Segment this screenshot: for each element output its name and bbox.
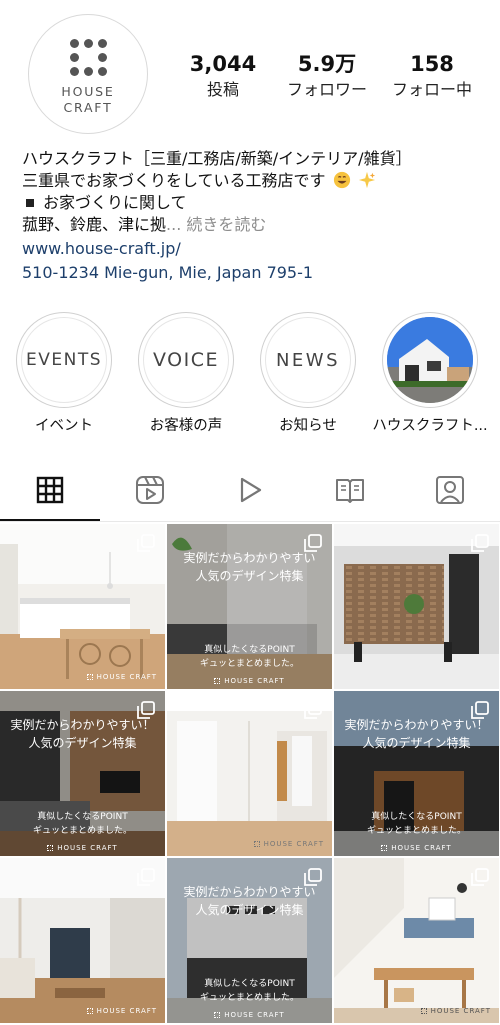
- post-thumbnail[interactable]: 実例だからわかりやすい！ 人気のデザイン特集 真似したくなるPOINT ギュッと…: [334, 691, 499, 856]
- bio-line-3-text: お家づくりに関して: [43, 193, 187, 212]
- house-exterior-photo: [387, 317, 473, 403]
- logo-text-line1: HOUSE: [61, 83, 115, 99]
- multiple-photos-icon: [471, 701, 489, 719]
- followers-count-label: フォロワー: [286, 80, 367, 99]
- highlight-voice-ring: VOICE: [138, 312, 234, 408]
- tab-reels[interactable]: [100, 460, 200, 520]
- highlight-house-craft-ring: [382, 312, 478, 408]
- highlight-events-title: EVENTS: [21, 317, 107, 403]
- post-brand: HOUSE CRAFT: [420, 1007, 491, 1015]
- bio-line-4-text: 菰野、鈴鹿、津に拠: [22, 215, 167, 234]
- post-overlay-sub-2: ギュッとまとめました。: [366, 826, 466, 836]
- multiple-photos-icon: [304, 534, 322, 552]
- grinning-face-emoji-icon: [333, 171, 350, 189]
- guide-book-icon: [336, 479, 364, 503]
- profile-avatar[interactable]: HOUSE CRAFT: [28, 14, 148, 134]
- website-link[interactable]: www.house-craft.jp/: [22, 238, 492, 260]
- highlight-events[interactable]: EVENTS イベント: [4, 312, 124, 435]
- highlight-house-craft-caption: ハウスクラフト...: [372, 418, 488, 434]
- tagged-person-icon: [436, 476, 464, 504]
- highlight-house-craft[interactable]: ハウスクラフト...: [370, 312, 490, 435]
- multiple-photos-icon: [137, 701, 155, 719]
- multiple-photos-icon: [137, 534, 155, 552]
- profile-bio: ハウスクラフト［三重/工務店/新築/インテリア/雑貨］ 三重県でお家づくりをして…: [22, 148, 492, 284]
- post-overlay-title-2: 人気のデザイン特集: [362, 736, 471, 750]
- post-thumbnail[interactable]: 実例だからわかりやすい 人気のデザイン特集 真似したくなるPOINT ギュッとま…: [167, 858, 332, 1023]
- multiple-photos-icon: [471, 868, 489, 886]
- post-overlay-title-2: 人気のデザイン特集: [195, 903, 304, 917]
- tab-tagged[interactable]: [400, 460, 500, 520]
- post-thumbnail[interactable]: HOUSE CRAFT: [0, 858, 165, 1023]
- black-square-bullet-icon: [26, 198, 34, 207]
- post-brand: HOUSE CRAFT: [86, 1007, 157, 1015]
- post-brand: HOUSE CRAFT: [334, 844, 499, 852]
- followers-count[interactable]: 5.9万 フォロワー: [272, 50, 382, 102]
- highlight-events-caption: イベント: [35, 418, 93, 434]
- highlight-news-ring: NEWS: [260, 312, 356, 408]
- post-brand: HOUSE CRAFT: [253, 840, 324, 848]
- post-brand: HOUSE CRAFT: [86, 673, 157, 681]
- bio-line-2: 三重県でお家づくりをしている工務店です: [22, 170, 492, 192]
- multiple-photos-icon: [304, 868, 322, 886]
- post-brand: HOUSE CRAFT: [0, 844, 165, 852]
- play-icon: [240, 477, 262, 503]
- followers-count-value: 5.9万: [297, 52, 357, 76]
- post-overlay-title-1: 実例だからわかりやすい: [183, 885, 316, 899]
- highlight-news[interactable]: NEWS お知らせ: [248, 312, 368, 435]
- post-overlay-title-2: 人気のデザイン特集: [195, 569, 304, 583]
- post-overlay-title-1: 実例だからわかりやすい！: [344, 718, 489, 732]
- post-brand: HOUSE CRAFT: [167, 1011, 332, 1019]
- posts-count[interactable]: 3,044 投稿: [172, 50, 274, 102]
- highlight-voice[interactable]: VOICE お客様の声: [126, 312, 246, 435]
- post-thumbnail[interactable]: 実例だからわかりやすい 人気のデザイン特集 真似したくなるPOINT ギュッとま…: [167, 524, 332, 689]
- post-thumbnail[interactable]: HOUSE CRAFT: [0, 524, 165, 689]
- logo-text-line2: CRAFT: [63, 99, 113, 115]
- posts-count-value: 3,044: [189, 52, 257, 76]
- posts-count-label: 投稿: [206, 80, 239, 99]
- house-craft-logo-dots: [69, 38, 107, 76]
- highlight-news-caption: お知らせ: [279, 418, 337, 434]
- post-thumbnail[interactable]: [334, 524, 499, 689]
- bio-line-2-text: 三重県でお家づくりをしている工務店です: [22, 171, 326, 190]
- following-count[interactable]: 158 フォロー中: [382, 50, 482, 102]
- post-overlay-title-1: 実例だからわかりやすい！: [10, 718, 155, 732]
- highlight-news-title: NEWS: [265, 317, 351, 403]
- reels-icon: [136, 476, 164, 504]
- post-overlay-sub-1: 真似したくなるPOINT: [37, 812, 128, 822]
- bio-line-4: 菰野、鈴鹿、津に拠... 続きを読む: [22, 214, 492, 236]
- highlight-voice-caption: お客様の声: [149, 418, 223, 434]
- tab-guides[interactable]: [300, 460, 400, 520]
- post-thumbnail[interactable]: HOUSE CRAFT: [334, 858, 499, 1023]
- read-more-link[interactable]: ... 続きを読む: [166, 215, 266, 234]
- grid-icon: [36, 476, 64, 504]
- post-thumbnail[interactable]: 実例だからわかりやすい！ 人気のデザイン特集 真似したくなるPOINT ギュッと…: [0, 691, 165, 856]
- post-overlay-sub-1: 真似したくなるPOINT: [204, 645, 295, 655]
- multiple-photos-icon: [471, 534, 489, 552]
- multiple-photos-icon: [137, 868, 155, 886]
- profile-stats: 3,044 投稿 5.9万 フォロワー 158 フォロー中: [172, 50, 492, 110]
- highlight-events-ring: EVENTS: [16, 312, 112, 408]
- sparkle-emoji-icon: [358, 171, 375, 189]
- address-link[interactable]: 510-1234 Mie-gun, Mie, Japan 795-1: [22, 262, 492, 284]
- post-overlay-sub-2: ギュッとまとめました。: [199, 993, 299, 1003]
- profile-tabs: [0, 460, 500, 522]
- post-overlay-sub-1: 真似したくなるPOINT: [204, 979, 295, 989]
- post-overlay-sub-1: 真似したくなるPOINT: [371, 812, 462, 822]
- post-brand: HOUSE CRAFT: [167, 677, 332, 685]
- bio-line-3: お家づくりに関して: [22, 192, 492, 214]
- bio-line-1: ハウスクラフト［三重/工務店/新築/インテリア/雑貨］: [22, 149, 412, 168]
- post-overlay-sub-2: ギュッとまとめました。: [199, 659, 299, 669]
- multiple-photos-icon: [304, 701, 322, 719]
- tab-posts-grid[interactable]: [0, 460, 100, 521]
- post-overlay-sub-2: ギュッとまとめました。: [32, 826, 132, 836]
- following-count-label: フォロー中: [391, 80, 472, 99]
- following-count-value: 158: [410, 52, 454, 76]
- post-overlay-title-1: 実例だからわかりやすい: [183, 551, 316, 565]
- story-highlights: EVENTS イベント VOICE お客様の声 NEWS お知らせ ハウスクラフ…: [0, 312, 500, 442]
- tab-videos[interactable]: [200, 460, 300, 520]
- post-thumbnail[interactable]: HOUSE CRAFT: [167, 691, 332, 856]
- highlight-voice-title: VOICE: [143, 317, 229, 403]
- post-overlay-title-2: 人気のデザイン特集: [28, 736, 137, 750]
